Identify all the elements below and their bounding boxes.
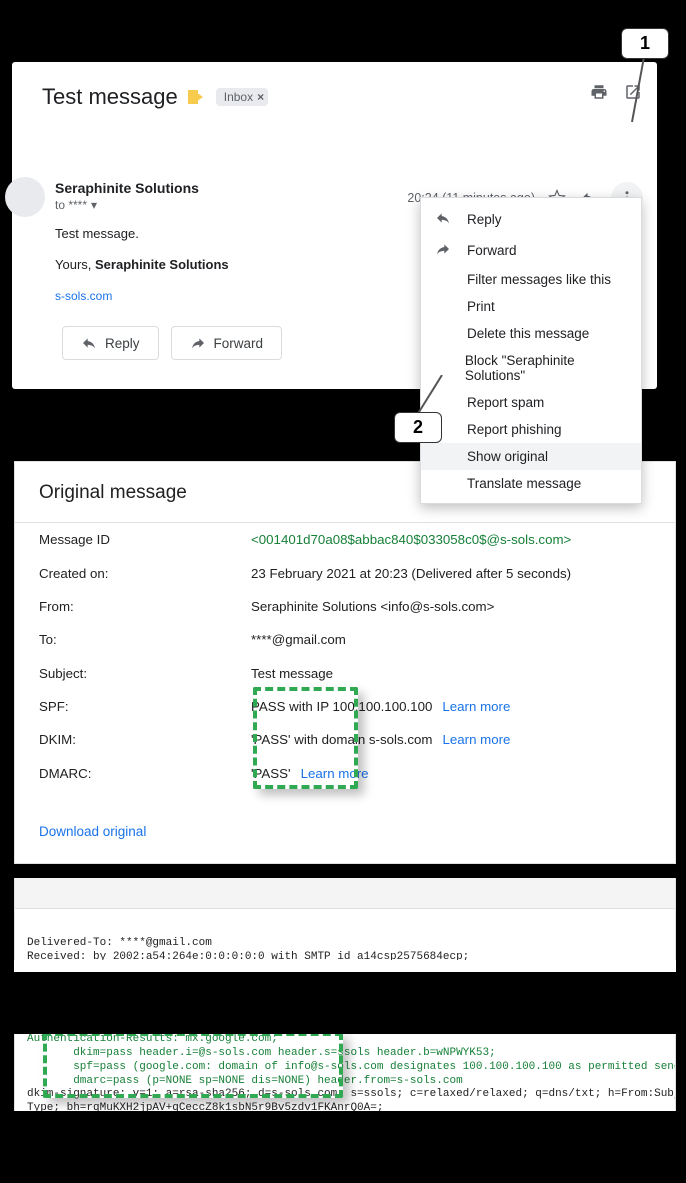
row-label: Message ID bbox=[39, 532, 251, 547]
grey-spacer bbox=[14, 878, 676, 908]
download-original-link[interactable]: Download original bbox=[15, 790, 170, 863]
menu-delete[interactable]: Delete this message bbox=[421, 320, 641, 347]
menu-filter[interactable]: Filter messages like this bbox=[421, 266, 641, 293]
body-line: Test message. bbox=[55, 226, 229, 241]
avatar bbox=[5, 177, 45, 217]
print-icon[interactable] bbox=[589, 82, 609, 102]
learn-more-link[interactable]: Learn more bbox=[442, 732, 510, 747]
email-subject: Test message bbox=[42, 84, 178, 110]
orig-row: From:Seraphinite Solutions <info@s-sols.… bbox=[15, 590, 675, 623]
row-value: ****@gmail.com bbox=[251, 632, 651, 647]
more-options-menu: Reply Forward Filter messages like this … bbox=[420, 197, 642, 504]
row-value: 'PASS' with domain s-sols.comLearn more bbox=[251, 732, 651, 747]
reply-button[interactable]: Reply bbox=[62, 326, 159, 360]
menu-reply[interactable]: Reply bbox=[421, 204, 641, 235]
learn-more-link[interactable]: Learn more bbox=[301, 766, 369, 781]
row-value: Seraphinite Solutions <info@s-sols.com> bbox=[251, 599, 651, 614]
row-label: To: bbox=[39, 632, 251, 647]
orig-row: SPF:PASS with IP 100.100.100.100Learn mo… bbox=[15, 690, 675, 723]
email-header: Test message Inbox × bbox=[12, 62, 657, 110]
orig-row: Message ID<001401d70a08$abbac840$033058c… bbox=[15, 523, 675, 556]
menu-translate[interactable]: Translate message bbox=[421, 470, 641, 497]
annotation-1: 1 bbox=[621, 28, 669, 59]
menu-forward[interactable]: Forward bbox=[421, 235, 641, 266]
expand-details-icon[interactable]: ▾ bbox=[91, 198, 97, 212]
orig-row: Subject:Test message bbox=[15, 657, 675, 690]
row-label: DKIM: bbox=[39, 732, 251, 747]
row-value: PASS with IP 100.100.100.100Learn more bbox=[251, 699, 651, 714]
row-value: <001401d70a08$abbac840$033058c0$@s-sols.… bbox=[251, 532, 651, 547]
importance-marker-icon[interactable] bbox=[188, 90, 208, 104]
orig-row: Created on:23 February 2021 at 20:23 (De… bbox=[15, 556, 675, 589]
to-line[interactable]: to **** ▾ bbox=[55, 198, 199, 212]
label-chip[interactable]: Inbox × bbox=[216, 88, 268, 106]
menu-spam[interactable]: Report spam bbox=[421, 389, 641, 416]
email-view: Test message Inbox × Seraphinite Solutio… bbox=[12, 62, 657, 389]
row-label: From: bbox=[39, 599, 251, 614]
row-label: SPF: bbox=[39, 699, 251, 714]
menu-block[interactable]: Block "Seraphinite Solutions" bbox=[421, 347, 641, 389]
sender-name: Seraphinite Solutions bbox=[55, 180, 199, 196]
orig-row: DKIM:'PASS' with domain s-sols.comLearn … bbox=[15, 723, 675, 756]
signature-link[interactable]: s-sols.com bbox=[55, 289, 112, 303]
learn-more-link[interactable]: Learn more bbox=[442, 699, 510, 714]
row-value: Test message bbox=[251, 666, 651, 681]
row-label: DMARC: bbox=[39, 766, 251, 781]
menu-print[interactable]: Print bbox=[421, 293, 641, 320]
row-value: 23 February 2021 at 20:23 (Delivered aft… bbox=[251, 566, 651, 581]
row-label: Created on: bbox=[39, 566, 251, 581]
forward-button[interactable]: Forward bbox=[171, 326, 283, 360]
label-text: Inbox bbox=[224, 90, 253, 104]
original-message-panel: Original message Message ID<001401d70a08… bbox=[14, 461, 676, 864]
row-value: 'PASS'Learn more bbox=[251, 766, 651, 781]
annotation-2: 2 bbox=[394, 412, 442, 443]
email-body: Test message. Yours, Seraphinite Solutio… bbox=[55, 226, 229, 303]
remove-label-icon[interactable]: × bbox=[257, 90, 264, 104]
row-label: Subject: bbox=[39, 666, 251, 681]
menu-phishing[interactable]: Report phishing bbox=[421, 416, 641, 443]
menu-show-original[interactable]: Show original bbox=[421, 443, 641, 470]
orig-row: To:****@gmail.com bbox=[15, 623, 675, 656]
orig-row: DMARC:'PASS'Learn more bbox=[15, 757, 675, 790]
